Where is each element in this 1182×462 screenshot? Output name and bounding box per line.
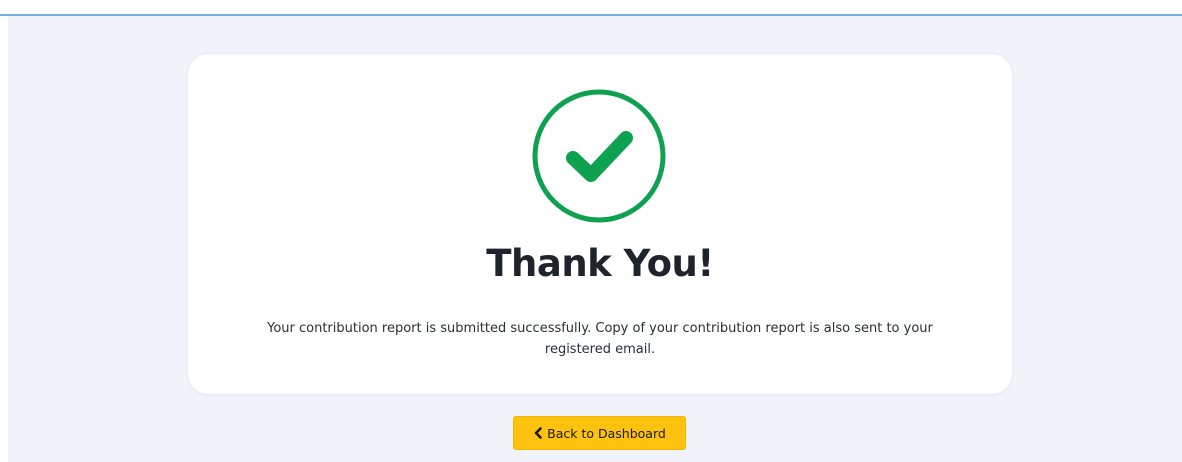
back-to-dashboard-button[interactable]: Back to Dashboard [513,416,686,450]
back-button-label: Back to Dashboard [547,425,666,441]
breadcrumb: · · · · · · · · · · · · · · · [12,0,101,4]
confirmation-title: Thank You! [486,242,714,285]
left-edge [0,16,8,462]
chevron-left-icon [534,427,542,439]
check-circle-icon [531,88,667,224]
confirmation-card: Thank You! Your contribution report is s… [188,54,1012,394]
top-bar: · · · · · · · · · · · · · · · [0,0,1182,14]
confirmation-message: Your contribution report is submitted su… [267,321,933,357]
